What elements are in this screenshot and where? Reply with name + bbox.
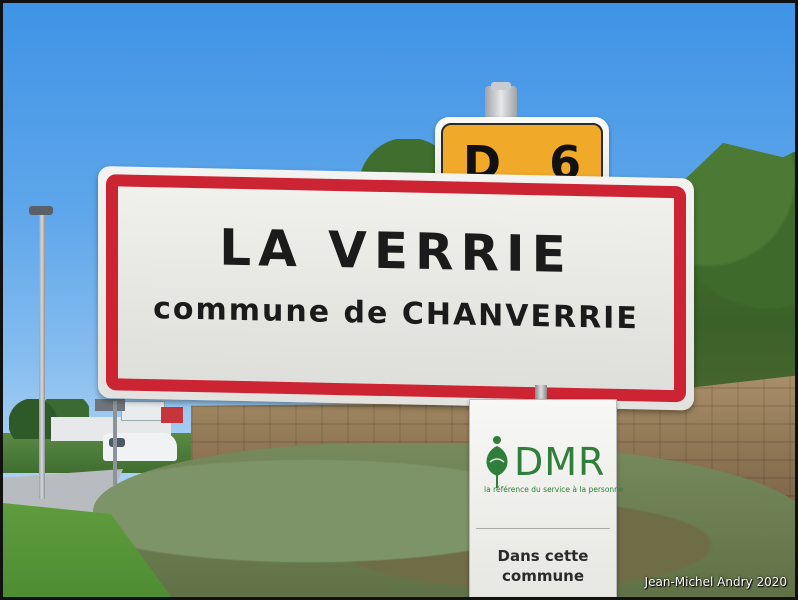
- distant-red-panel: [161, 407, 183, 423]
- street-lamp-icon: [29, 206, 53, 215]
- dmr-divider: [476, 528, 610, 529]
- distant-sign-pole: [113, 401, 117, 485]
- street-light-pole: [39, 211, 45, 499]
- photo-credit: Jean-Michel Andry 2020: [644, 575, 787, 589]
- dmr-tagline: la référence du service à la personne: [484, 485, 624, 494]
- dmr-logo-text: DMR: [514, 440, 606, 484]
- distant-billboard: [121, 401, 165, 421]
- dmr-line-2: commune: [502, 567, 584, 585]
- photo-frame: D 6 LA VERRIE commune de CHANVERRIE DMR …: [0, 0, 798, 600]
- sign-post-cap: [485, 82, 517, 120]
- dmr-line-1: Dans cette: [497, 547, 589, 565]
- town-sign-red-border: [106, 174, 686, 403]
- dmr-panel: DMR la référence du service à la personn…: [469, 399, 624, 597]
- distant-direction-sign: [95, 399, 125, 411]
- town-entry-sign: LA VERRIE commune de CHANVERRIE: [98, 166, 694, 411]
